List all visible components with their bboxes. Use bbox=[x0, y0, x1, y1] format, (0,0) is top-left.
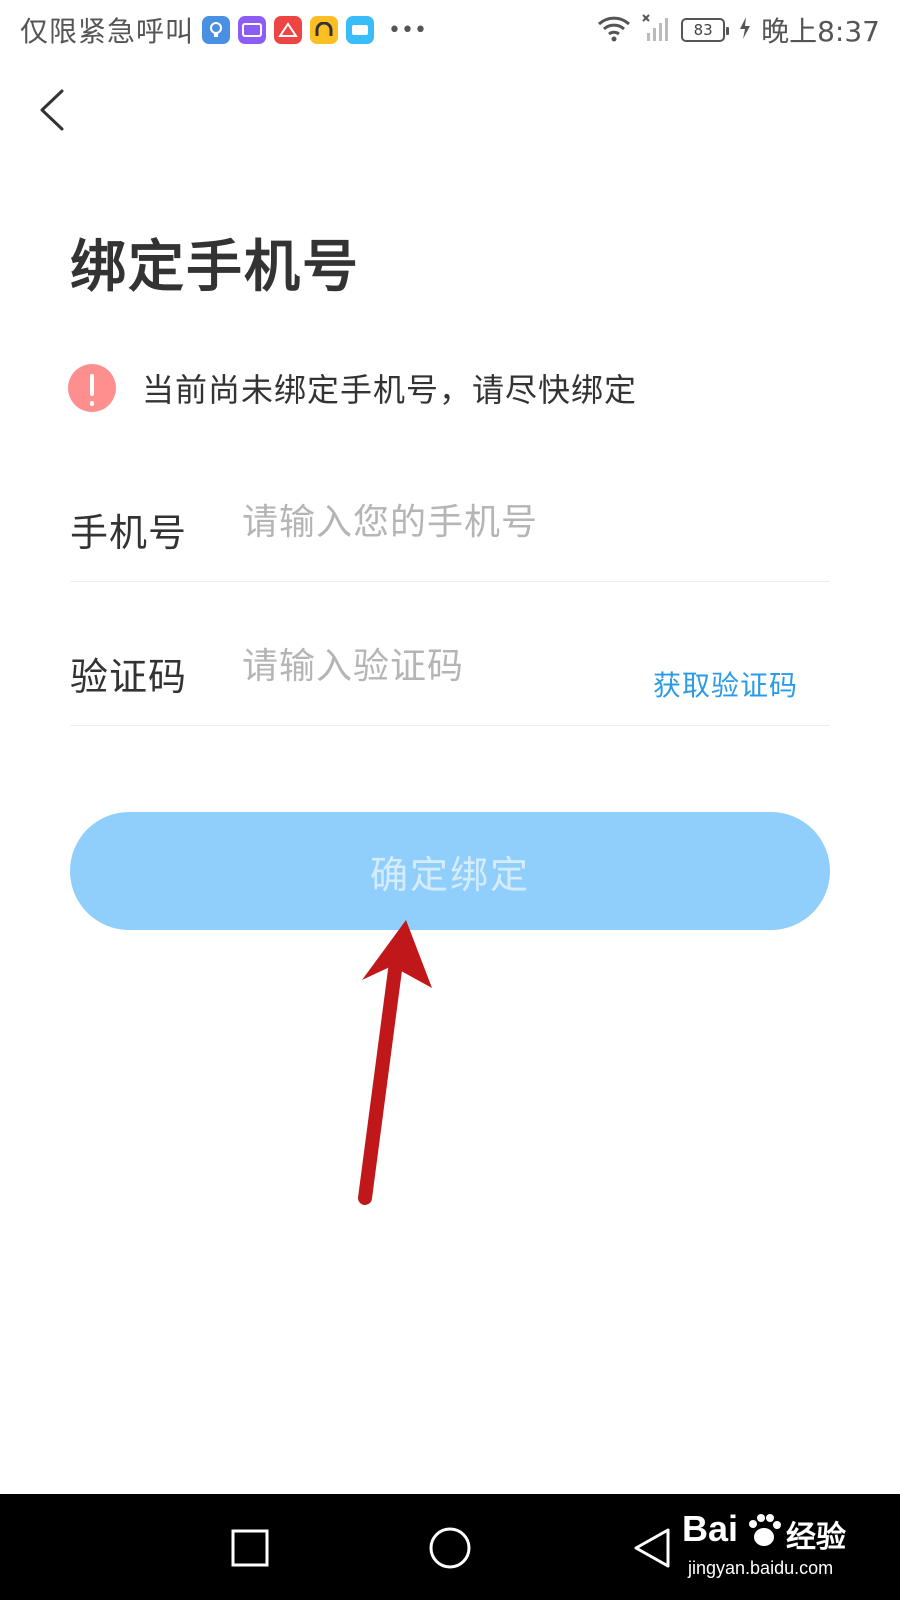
paw-icon bbox=[749, 1514, 781, 1546]
home-icon[interactable] bbox=[420, 1518, 480, 1578]
code-row: 验证码 获取验证码 bbox=[70, 634, 830, 726]
phone-label: 手机号 bbox=[70, 511, 188, 555]
warning-text: 当前尚未绑定手机号，请尽快绑定 bbox=[142, 371, 638, 409]
xuebao-app-icon bbox=[346, 16, 375, 44]
code-label: 验证码 bbox=[70, 655, 188, 699]
watermark-url: jingyan.baidu.com bbox=[688, 1558, 834, 1578]
watermark-logo: Bai bbox=[682, 1508, 739, 1549]
more-icon: ••• bbox=[388, 17, 427, 43]
charging-icon bbox=[739, 17, 751, 43]
warning-notice: 当前尚未绑定手机号，请尽快绑定 bbox=[68, 364, 637, 412]
baidu-watermark: Bai 经验 jingyan.baidu.com bbox=[682, 1508, 852, 1588]
back-nav-icon[interactable] bbox=[622, 1518, 682, 1578]
chevron-left-icon bbox=[40, 89, 64, 131]
back-button[interactable] bbox=[28, 82, 76, 138]
battery-icon: 83 bbox=[681, 18, 730, 42]
qijia-app-icon bbox=[274, 16, 303, 44]
wifi-icon bbox=[597, 14, 631, 46]
alert-icon bbox=[68, 364, 116, 412]
phone-row: 手机号 bbox=[70, 490, 830, 582]
phone-input[interactable] bbox=[242, 496, 642, 548]
recent-apps-icon[interactable] bbox=[220, 1518, 280, 1578]
watermark-logo-tail: 经验 bbox=[786, 1520, 846, 1555]
status-right: 83 晚上8:37 bbox=[597, 10, 880, 50]
signal-icon bbox=[641, 13, 671, 47]
status-bar: 仅限紧急呼叫 ••• 83 晚上8:37 bbox=[0, 0, 900, 62]
carrier-text: 仅限紧急呼叫 bbox=[20, 15, 195, 48]
status-left: 仅限紧急呼叫 ••• bbox=[20, 10, 427, 50]
yellow-app-icon bbox=[310, 16, 339, 44]
bulb-app-icon bbox=[202, 16, 231, 44]
code-input[interactable] bbox=[242, 640, 642, 692]
get-code-button[interactable]: 获取验证码 bbox=[653, 664, 798, 704]
confirm-bind-button[interactable]: 确定绑定 bbox=[70, 812, 830, 930]
purple-app-icon bbox=[238, 16, 267, 44]
clock-text: 晚上8:37 bbox=[761, 15, 880, 48]
page-title: 绑定手机号 bbox=[70, 235, 360, 300]
